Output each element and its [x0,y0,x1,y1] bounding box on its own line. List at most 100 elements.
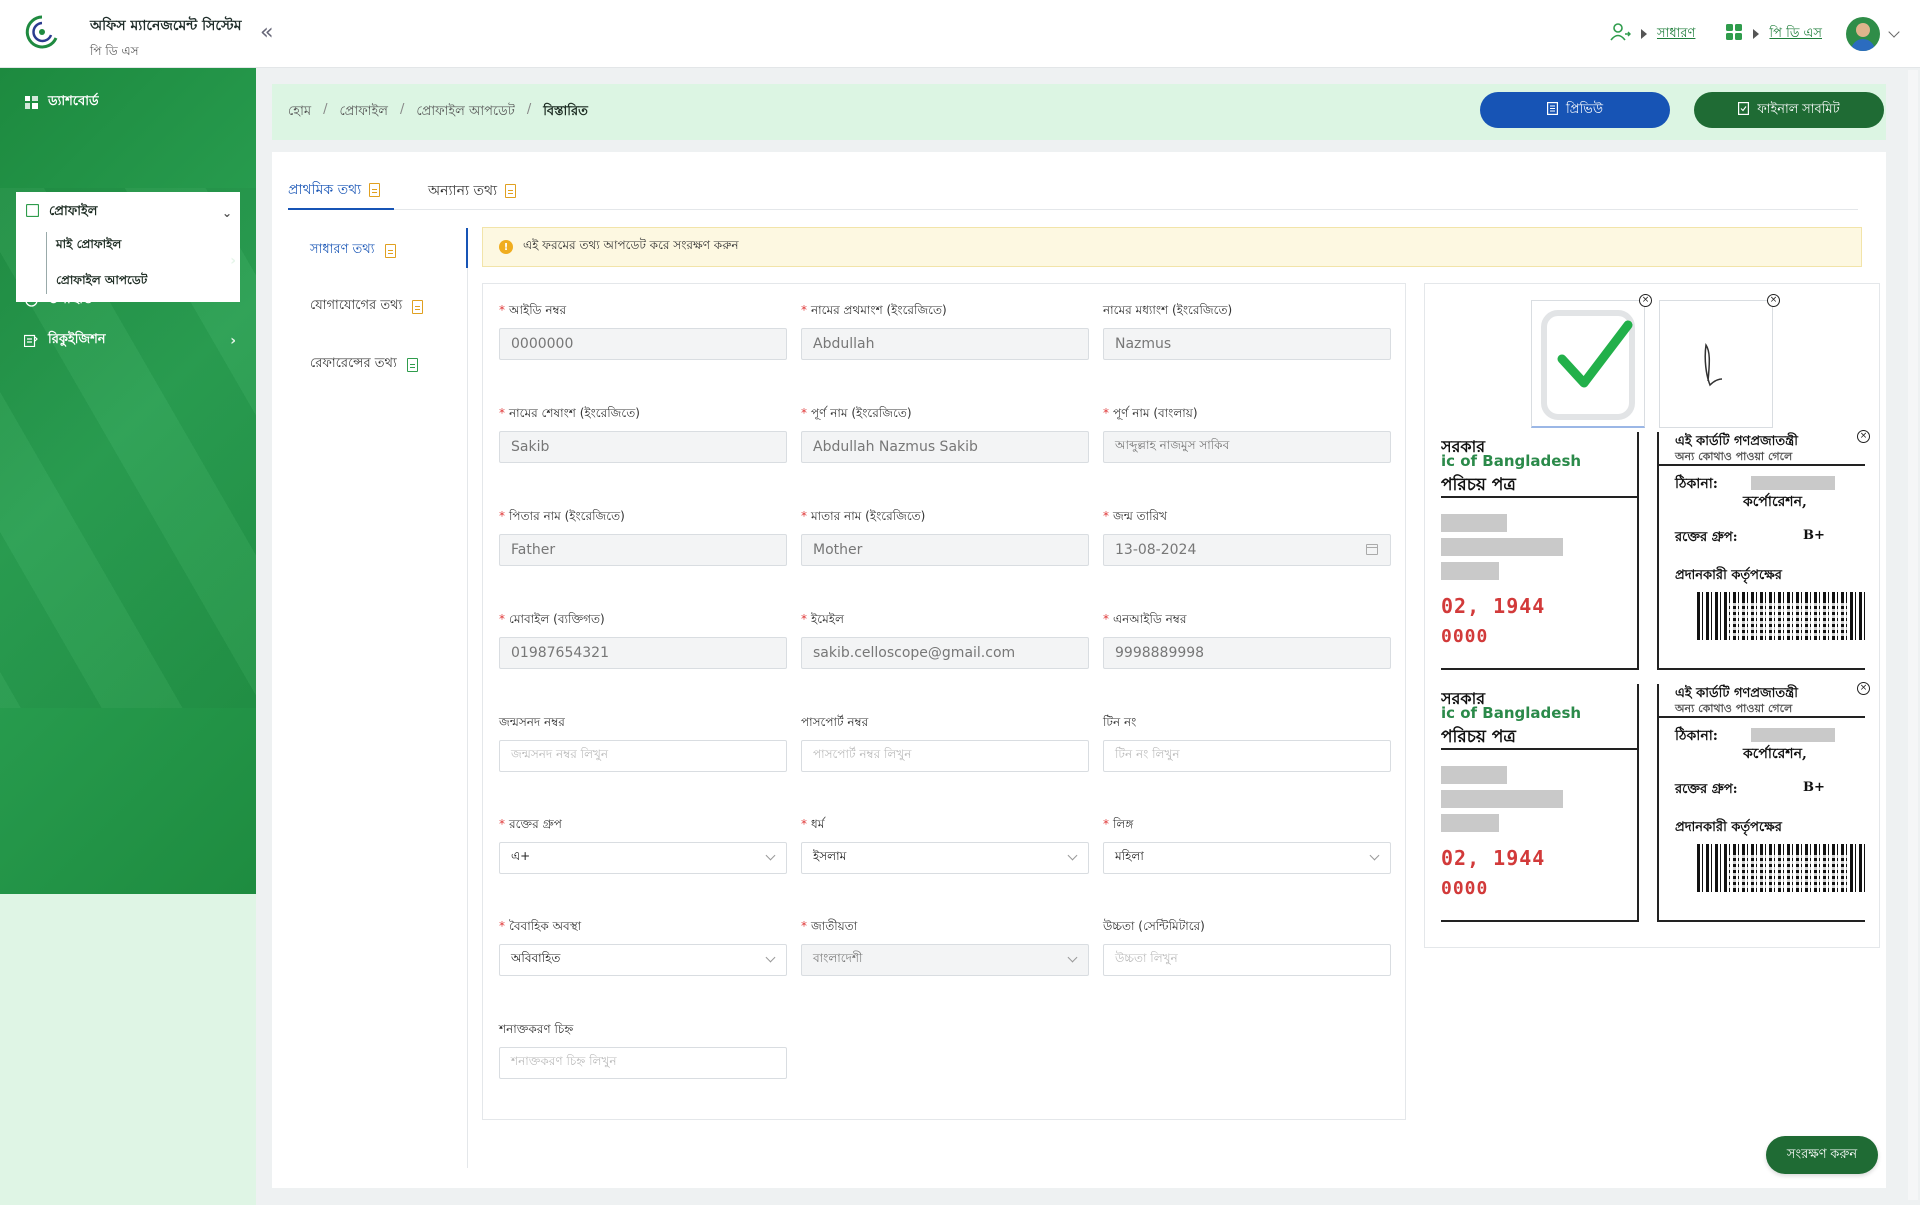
remove-nid-icon[interactable]: × [1857,430,1870,443]
apps-grid-icon[interactable] [1725,23,1743,45]
sidebar-item-label: ছুটির আবেদন এবং তথ্য [48,252,175,267]
nid-text: ঠিকানা: [1675,476,1718,492]
first-name-input[interactable]: Abdullah [801,328,1089,360]
birth-cert-input[interactable]: জন্মসনদ নম্বর লিখুন [499,740,787,772]
middle-name-input[interactable]: Nazmus [1103,328,1391,360]
sidebar: ড্যাশবোর্ড প্রোফাইল ⌄ মাই প্রোফাইল প্রোফ… [0,68,256,894]
nid-text: ic of Bangladesh [1441,452,1582,470]
active-tab-indicator [466,228,468,268]
chevron-down-icon: ⌄ [221,205,232,220]
vtab-general-info[interactable]: সাধারণ তথ্য [310,240,396,261]
mobile-input[interactable]: 01987654321 [499,637,787,669]
photo-thumbnail[interactable] [1531,300,1645,428]
field-label: শনাক্তকরণ চিহ্ন [499,1022,574,1036]
id-input[interactable]: 0000000 [499,328,787,360]
sidebar-item-dashboard[interactable]: ড্যাশবোর্ড [24,92,236,113]
dashboard-icon [24,96,38,110]
field-marital: * বৈবাহিক অবস্থা অবিবাহিত [499,918,787,976]
nid-text: 02, 1944 [1441,846,1546,870]
sidebar-item-attendance[interactable]: উপস্থিতি [24,290,236,311]
breadcrumb-separator: / [323,102,328,117]
field-label: পূর্ণ নাম (বাংলায়) [1113,406,1198,420]
final-submit-button[interactable]: ফাইনাল সাবমিট [1694,92,1884,128]
marital-status-select[interactable]: অবিবাহিত [499,944,787,976]
field-passport: পাসপোর্ট নম্বর পাসপোর্ট নম্বর লিখুন [801,714,1089,772]
full-name-en-input[interactable]: Abdullah Nazmus Sakib [801,431,1089,463]
role-link[interactable]: সাধারণ [1657,24,1695,45]
breadcrumb-profile-update[interactable]: প্রোফাইল আপডেট [416,102,514,123]
nid-card-image[interactable]: সরকার ic of Bangladesh পরিচয় পত্র 02, 1… [1441,432,1865,672]
preview-button[interactable]: প্রিভিউ [1480,92,1670,128]
dob-input[interactable]: 13-08-2024 [1103,534,1391,566]
nid-text: 0000 [1441,626,1489,647]
checkmark-image-icon [1541,310,1635,420]
nid-text: B+ [1803,528,1825,543]
sidebar-item-leave[interactable]: ছুটির আবেদন এবং তথ্য › [24,250,236,271]
sidebar-item-label: উপস্থিতি [48,292,93,307]
remove-signature-icon[interactable]: × [1767,294,1780,307]
tab-other-info[interactable]: অন্যান্য তথ্য [428,172,517,210]
nationality-select[interactable]: বাংলাদেশী [801,944,1089,976]
vtab-label: রেফারেন্সের তথ্য [310,356,397,371]
vtab-label: সাধারণ তথ্য [310,242,375,257]
field-label: মাতার নাম (ইংরেজিতে) [811,509,926,523]
remove-photo-icon[interactable]: × [1639,294,1652,307]
save-button[interactable]: সংরক্ষণ করুন [1766,1136,1878,1174]
field-label: মোবাইল (ব্যক্তিগত) [509,612,605,626]
blood-group-select[interactable]: এ+ [499,842,787,874]
tab-primary-info[interactable]: প্রাথমিক তথ্য [288,172,394,210]
chevron-down-icon[interactable] [1888,26,1900,38]
email-input[interactable]: sakib.celloscope@gmail.com [801,637,1089,669]
select-value: বাংলাদেশী [813,951,863,965]
father-name-input[interactable]: Father [499,534,787,566]
collapse-sidebar-icon[interactable]: ‹‹ [260,20,273,45]
last-name-input[interactable]: Sakib [499,431,787,463]
height-input[interactable]: উচ্চতা লিখুন [1103,944,1391,976]
breadcrumb-profile[interactable]: প্রোফাইল [339,102,387,123]
nid-text: ঠিকানা: [1675,728,1718,744]
app-title: অফিস ম্যানেজমেন্ট সিস্টেম [90,18,242,34]
vtab-reference-info[interactable]: রেফারেন্সের তথ্য [310,354,418,375]
calendar-icon[interactable] [1366,544,1378,555]
nid-input[interactable]: 9998889998 [1103,637,1391,669]
requisition-icon [24,334,38,348]
id-mark-input[interactable]: শনাক্তকরণ চিহ্ন লিখুন [499,1047,787,1079]
gender-select[interactable]: মহিলা [1103,842,1391,874]
tin-input[interactable]: টিন নং লিখুন [1103,740,1391,772]
sidebar-item-profile-update[interactable]: প্রোফাইল আপডেট [56,272,147,292]
page-scrollbar[interactable] [1908,70,1918,1200]
nid-text: রক্তের গ্রুপ: [1675,782,1738,797]
religion-select[interactable]: ইসলাম [801,842,1089,874]
vtab-contact-info[interactable]: যোগাযোগের তথ্য [310,296,424,317]
field-label: পূর্ণ নাম (ইংরেজিতে) [811,406,912,420]
document-complete-icon [406,357,418,372]
passport-input[interactable]: পাসপোর্ট নম্বর লিখুন [801,740,1089,772]
field-id: * আইডি নম্বর 0000000 [499,302,787,360]
full-name-bn-input[interactable]: আব্দুল্লাহ নাজমুস সাকিব [1103,431,1391,463]
remove-nid-icon[interactable]: × [1857,682,1870,695]
sidebar-item-profile[interactable]: প্রোফাইল ⌄ [25,202,232,223]
brand-logo [22,14,64,50]
field-tin: টিন নং টিন নং লিখুন [1103,714,1391,772]
info-alert: ! এই ফরমের তথ্য আপডেট করে সংরক্ষণ করুন [482,227,1862,267]
signature-image-icon [1704,342,1723,387]
field-mother: * মাতার নাম (ইংরেজিতে) Mother [801,508,1089,566]
chevron-down-icon [765,952,776,963]
field-label: লিঙ্গ [1113,817,1134,831]
mother-name-input[interactable]: Mother [801,534,1089,566]
nid-text: প্রদানকারী কর্তৃপক্ষের [1675,568,1782,583]
header-right: সাধারণ পি ডি এস [1609,16,1900,52]
field-id-mark: শনাক্তকরণ চিহ্ন শনাক্তকরণ চিহ্ন লিখুন [499,1021,787,1079]
user-switch-icon[interactable] [1609,22,1631,46]
select-value: ইসলাম [813,849,847,863]
submit-doc-icon [1738,102,1750,118]
field-dob: * জন্ম তারিখ 13-08-2024 [1103,508,1391,566]
chevron-down-icon [1067,850,1078,861]
user-avatar[interactable] [1846,17,1880,51]
breadcrumb-home[interactable]: হোম [288,102,311,123]
profile-icon [25,203,40,221]
module-link[interactable]: পি ডি এস [1769,24,1822,45]
sidebar-item-requisition[interactable]: রিকুইজিশন › [24,330,236,351]
signature-thumbnail[interactable] [1659,300,1773,428]
nid-card-image[interactable]: সরকার ic of Bangladesh পরিচয় পত্র 02, 1… [1441,684,1865,924]
